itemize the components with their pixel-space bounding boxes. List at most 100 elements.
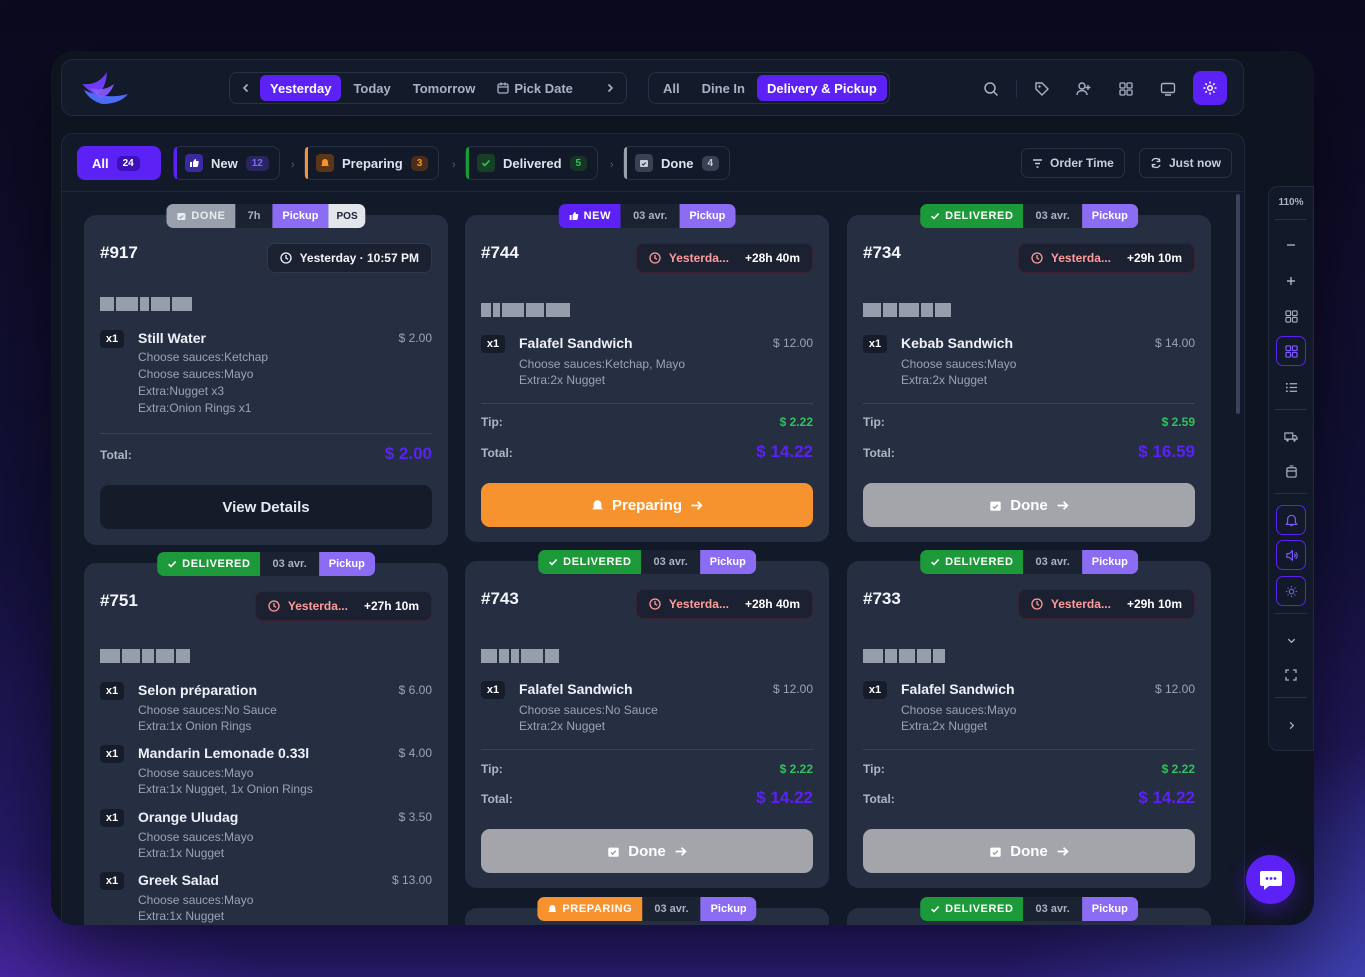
- status-filter-bar: All 24 New 12 › Preparing 3 › Delivered 5 › …: [62, 134, 1244, 192]
- delivery-truck-icon[interactable]: [1276, 421, 1306, 451]
- divider: [481, 749, 813, 750]
- calendar-check-icon: [608, 847, 619, 857]
- sun-icon[interactable]: [1276, 576, 1306, 606]
- order-card[interactable]: NEW 03 avr. Pickup #744 Yesterda... +28h …: [465, 204, 829, 542]
- tip-value: $ 2.59: [1161, 415, 1195, 429]
- next-day-button[interactable]: [598, 75, 622, 101]
- order-time-badge: Yesterda... +27h 10m: [254, 591, 432, 621]
- order-number: #917: [100, 243, 138, 262]
- prev-day-button[interactable]: [234, 75, 258, 101]
- tip-value: $ 2.22: [779, 762, 813, 776]
- day-tab-tomorrow[interactable]: Tomorrow: [403, 75, 486, 101]
- accent-bar: [305, 147, 308, 179]
- status-tag: DELIVERED: [538, 550, 642, 574]
- filter-tab-new[interactable]: New 12: [173, 146, 280, 180]
- item-name: Orange Uludag: [138, 809, 239, 825]
- divider: [481, 403, 813, 404]
- item-name: Mandarin Lemonade 0.33l: [138, 745, 310, 761]
- zoom-out-icon[interactable]: [1276, 230, 1306, 260]
- order-tags: DELIVERED 03 avr. Pickup: [920, 897, 1138, 921]
- top-bar: Yesterday Today Tomorrow Pick Date All D…: [61, 59, 1244, 116]
- accent-bar: [466, 147, 469, 179]
- filter-preparing-count: 3: [410, 155, 429, 171]
- mode-tab-delivery-pickup[interactable]: Delivery & Pickup: [756, 75, 887, 101]
- pick-date-button[interactable]: Pick Date: [487, 75, 583, 101]
- divider: [863, 749, 1195, 750]
- filter-tab-done[interactable]: Done 4: [623, 146, 731, 180]
- grid-view-icon[interactable]: [1276, 336, 1306, 366]
- filter-tab-delivered[interactable]: Delivered 5: [465, 146, 599, 180]
- shopping-bag-icon[interactable]: [1276, 456, 1306, 486]
- chevron-right-icon: [607, 83, 614, 93]
- arrow-right-icon: [1057, 846, 1069, 856]
- done-button[interactable]: Done: [863, 483, 1195, 527]
- order-time-text: Yesterda...: [668, 597, 729, 611]
- chevron-down-icon[interactable]: [1276, 625, 1306, 655]
- tip-label: Tip:: [481, 762, 503, 776]
- pick-date-label: Pick Date: [514, 80, 573, 96]
- order-time-text: Yesterda...: [1050, 597, 1111, 611]
- sort-order-time-button[interactable]: Order Time: [1021, 148, 1125, 178]
- notification-bell-icon[interactable]: [1276, 505, 1306, 535]
- calendar-check-icon: [635, 154, 653, 172]
- order-card[interactable]: DELIVERED 03 avr. Pickup #734 Yesterda..…: [847, 204, 1211, 542]
- customer-name-redacted: [481, 649, 559, 663]
- grid-small-icon[interactable]: [1276, 301, 1306, 331]
- calendar-check-icon: [990, 501, 1001, 511]
- order-time-text: Yesterda...: [287, 599, 348, 613]
- order-number: #733: [863, 589, 901, 608]
- refresh-icon: [1151, 157, 1161, 169]
- collapse-sidebar-icon[interactable]: [1276, 710, 1306, 740]
- order-tags: NEW 03 avr. Pickup: [558, 204, 736, 228]
- preparing-button[interactable]: Preparing: [481, 483, 813, 527]
- divider: [1275, 697, 1307, 698]
- add-user-icon[interactable]: [1075, 80, 1093, 98]
- order-card[interactable]: PREPARING 03 avr. Pickup: [465, 897, 829, 925]
- orders-panel: All 24 New 12 › Preparing 3 › Delivered 5 › …: [61, 133, 1245, 925]
- fullscreen-icon[interactable]: [1276, 660, 1306, 690]
- app-logo[interactable]: [80, 70, 130, 111]
- item-modifier: Extra:2x Nugget: [901, 373, 988, 387]
- status-tag-label: DELIVERED: [182, 558, 251, 570]
- status-tag: DELIVERED: [157, 552, 261, 576]
- scrollbar[interactable]: [1236, 194, 1240, 414]
- customer-name-redacted: [863, 649, 945, 663]
- filter-tab-preparing[interactable]: Preparing 3: [304, 146, 440, 180]
- tag-icon[interactable]: [1033, 80, 1051, 98]
- done-button[interactable]: Done: [481, 829, 813, 873]
- total-value: $ 16.59: [1138, 442, 1195, 461]
- chat-support-button[interactable]: [1246, 855, 1295, 904]
- order-card[interactable]: DELIVERED 03 avr. Pickup: [847, 897, 1211, 925]
- zoom-in-icon[interactable]: [1276, 266, 1306, 296]
- list-view-icon[interactable]: [1276, 372, 1306, 402]
- item-qty: x1: [481, 335, 505, 353]
- mode-tab-dine-in[interactable]: Dine In: [692, 75, 755, 101]
- refresh-button[interactable]: Just now: [1139, 148, 1233, 178]
- day-tab-today[interactable]: Today: [343, 75, 400, 101]
- late-duration: +29h 10m: [1126, 597, 1182, 611]
- filter-tab-all[interactable]: All 24: [77, 146, 161, 180]
- tip-value: $ 2.22: [779, 415, 813, 429]
- order-time-badge: Yesterday · 10:57 PM: [266, 243, 432, 273]
- view-details-button[interactable]: View Details: [100, 485, 432, 529]
- item-modifier: Extra:1x Onion Rings: [138, 719, 252, 733]
- monitor-icon[interactable]: [1159, 80, 1177, 98]
- item-qty: x1: [481, 681, 505, 699]
- type-tag: Pickup: [679, 204, 736, 228]
- status-tag: DELIVERED: [920, 204, 1024, 228]
- grid-icon[interactable]: [1117, 80, 1135, 98]
- order-card[interactable]: DONE 7h Pickup POS #917 Yesterday · 10:5…: [84, 204, 448, 545]
- search-icon[interactable]: [982, 80, 1000, 98]
- day-tab-yesterday[interactable]: Yesterday: [260, 75, 342, 101]
- filter-new-count: 12: [245, 155, 269, 171]
- filter-delivered-count: 5: [569, 155, 588, 171]
- status-tag: PREPARING: [537, 897, 643, 921]
- order-card[interactable]: DELIVERED 03 avr. Pickup #733 Yesterda..…: [847, 550, 1211, 888]
- order-card[interactable]: DELIVERED 03 avr. Pickup #743 Yesterda..…: [465, 550, 829, 888]
- settings-button[interactable]: [1193, 71, 1227, 105]
- mode-tab-all[interactable]: All: [653, 75, 690, 101]
- done-button[interactable]: Done: [863, 829, 1195, 873]
- order-number: #743: [481, 589, 519, 608]
- sound-icon[interactable]: [1276, 540, 1306, 570]
- order-card[interactable]: DELIVERED 03 avr. Pickup #751 Yesterda..…: [84, 552, 448, 925]
